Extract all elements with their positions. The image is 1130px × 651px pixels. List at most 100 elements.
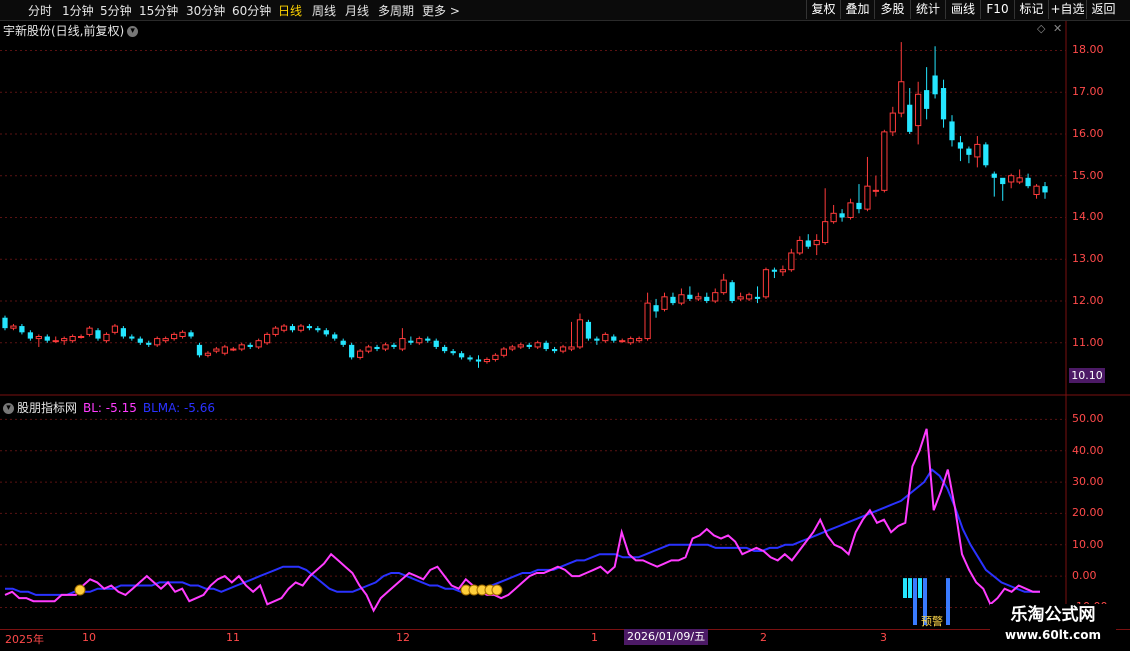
candle-body: [534, 342, 541, 348]
indicator-tick-label: 0.00: [1072, 569, 1097, 583]
candle-body: [213, 348, 220, 352]
candle-body: [864, 185, 871, 210]
candle-body: [483, 358, 491, 363]
candle-body: [425, 338, 431, 341]
candle-body: [86, 327, 93, 335]
candle-body: [813, 239, 820, 246]
coin-icon: [74, 584, 86, 596]
candle-body: [576, 319, 584, 348]
current-price-tag: 10.10: [1069, 368, 1105, 383]
candle-body: [120, 328, 126, 337]
candle-body: [779, 269, 787, 273]
candle-body: [881, 131, 888, 191]
candle-body: [382, 344, 389, 350]
candle-body: [475, 359, 482, 362]
candle-body: [636, 338, 643, 342]
candle-body: [374, 346, 380, 350]
candle-body: [391, 344, 397, 347]
candle-body: [1025, 177, 1031, 187]
candle-body: [162, 338, 169, 342]
candle-body: [129, 336, 135, 339]
candle-body: [949, 121, 955, 141]
candle-body: [889, 112, 896, 133]
candle-body: [146, 342, 152, 345]
candle-body: [839, 213, 845, 218]
candle-body: [349, 344, 355, 358]
candle-body: [771, 269, 778, 272]
candle-body: [856, 202, 862, 210]
cursor-date: 2026/01/09/五: [624, 629, 709, 645]
candle-body: [687, 294, 693, 299]
candle-body: [1000, 177, 1006, 185]
price-tick-label: 18.00: [1072, 43, 1104, 57]
candle-body: [872, 189, 880, 192]
candle-body: [332, 334, 338, 339]
coin-icon: [491, 584, 503, 596]
candle-body: [247, 344, 253, 347]
signal-bar: [903, 578, 907, 598]
price-tick-label: 11.00: [1072, 335, 1104, 349]
indicator-tick-label: 20.00: [1072, 506, 1104, 520]
candle-body: [678, 294, 685, 304]
candle-body: [196, 344, 203, 356]
candle-body: [526, 344, 532, 347]
candle-body: [154, 338, 161, 346]
candle-body: [69, 336, 76, 342]
candle-body: [450, 351, 456, 354]
candle-body: [103, 333, 110, 342]
candle-body: [805, 240, 811, 247]
candle-body: [940, 88, 947, 120]
candle-body: [704, 296, 710, 302]
date-tick-label: 3: [880, 631, 887, 644]
candle-body: [204, 352, 212, 356]
candle-body: [729, 282, 735, 302]
candle-body: [796, 239, 803, 254]
candle-body: [365, 346, 372, 352]
candle-body: [44, 336, 50, 341]
candle-body: [111, 325, 119, 333]
price-tick-label: 13.00: [1072, 252, 1104, 266]
candle-body: [847, 202, 854, 218]
candle-body: [720, 279, 727, 294]
candle-body: [492, 354, 499, 360]
candle-body: [1016, 177, 1023, 183]
candle-body: [932, 75, 938, 95]
candle-body: [500, 348, 507, 356]
candle-body: [272, 327, 279, 335]
candle-body: [991, 173, 997, 178]
candle-body: [263, 333, 271, 344]
candle-body: [788, 252, 795, 271]
candle-body: [221, 346, 228, 354]
candle-body: [340, 340, 346, 345]
candle-body: [52, 340, 59, 343]
price-tick-label: 15.00: [1072, 168, 1104, 182]
candle-body: [509, 346, 516, 350]
candle-body: [280, 325, 288, 331]
candle-body: [19, 326, 25, 333]
candle-body: [315, 328, 321, 331]
candle-body: [974, 143, 981, 158]
price-tick-label: 16.00: [1072, 126, 1104, 140]
candle-body: [399, 338, 406, 350]
candle-body: [77, 336, 85, 339]
kline-chart[interactable]: [0, 0, 1130, 650]
price-tick-label: 12.00: [1072, 294, 1104, 307]
date-tick-label: 12: [396, 631, 410, 644]
candle-body: [1033, 185, 1040, 196]
candle-body: [543, 342, 549, 350]
candle-body: [238, 344, 245, 350]
candle-body: [670, 296, 676, 304]
indicator-tick-label: 40.00: [1072, 443, 1104, 457]
signal-bar: [946, 578, 950, 625]
candle-body: [627, 338, 634, 344]
candle-body: [170, 333, 178, 340]
candle-body: [188, 332, 194, 337]
candle-body: [357, 350, 364, 358]
date-tick-label: 1: [591, 631, 598, 644]
candle-body: [611, 336, 617, 341]
candle-body: [289, 326, 296, 331]
date-axis-bar: [0, 629, 1130, 651]
candle-body: [2, 317, 8, 329]
date-tick-label: 2025年: [5, 633, 44, 646]
candle-body: [661, 296, 668, 310]
